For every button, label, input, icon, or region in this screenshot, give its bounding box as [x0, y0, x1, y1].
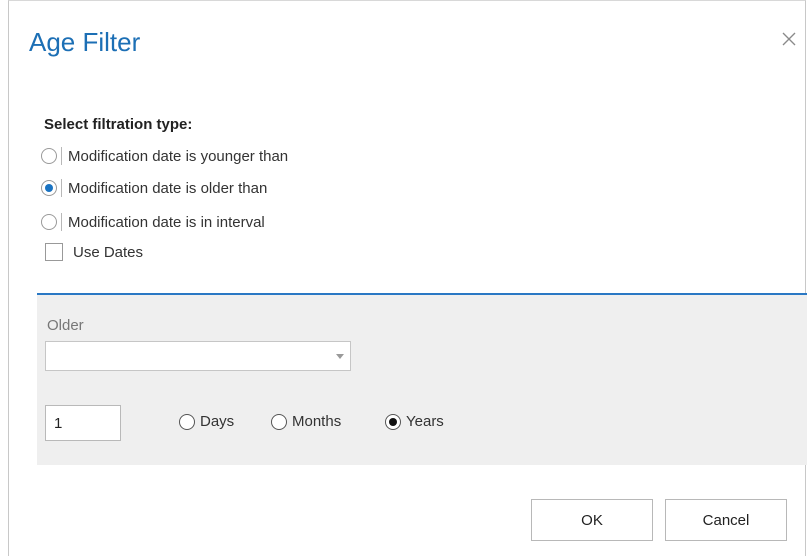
radio-divider [61, 213, 62, 231]
use-dates-label: Use Dates [73, 243, 144, 261]
older-panel: Older 1 Days Months Years [37, 295, 807, 465]
use-dates-checkbox-row[interactable]: Use Dates [45, 243, 143, 261]
filtration-type-label: Select filtration type: [44, 116, 193, 133]
ok-button[interactable]: OK [531, 499, 653, 541]
radio-divider [61, 179, 62, 197]
age-filter-dialog: Age Filter Select filtration type: Modif… [8, 0, 807, 556]
radio-in-interval[interactable]: Modification date is in interval [41, 213, 265, 231]
unit-months[interactable]: Months [271, 413, 341, 430]
unit-days[interactable]: Days [179, 413, 234, 430]
unit-label: Months [292, 413, 342, 430]
radio-button[interactable] [385, 413, 401, 430]
radio-divider [61, 147, 62, 165]
age-number-input[interactable]: 1 [45, 405, 121, 441]
older-select[interactable] [45, 341, 351, 371]
radio-button[interactable] [41, 148, 57, 164]
dialog-title: Age Filter [29, 27, 141, 57]
unit-label: Years [406, 413, 444, 430]
chevron-down-icon [336, 354, 344, 359]
radio-label: Modification date is younger than [68, 147, 289, 165]
radio-button[interactable] [179, 413, 195, 430]
radio-label: Modification date is in interval [68, 213, 265, 231]
radio-older-than[interactable]: Modification date is older than [41, 179, 267, 197]
cancel-button[interactable]: Cancel [665, 499, 787, 541]
older-label: Older [47, 317, 84, 334]
radio-younger-than[interactable]: Modification date is younger than [41, 147, 288, 165]
close-icon[interactable] [779, 29, 799, 49]
unit-label: Days [200, 413, 235, 430]
radio-label: Modification date is older than [68, 179, 268, 197]
radio-button[interactable] [41, 180, 57, 196]
radio-button[interactable] [271, 413, 287, 430]
use-dates-checkbox[interactable] [45, 243, 63, 261]
unit-years[interactable]: Years [385, 413, 444, 430]
radio-button[interactable] [41, 214, 57, 230]
